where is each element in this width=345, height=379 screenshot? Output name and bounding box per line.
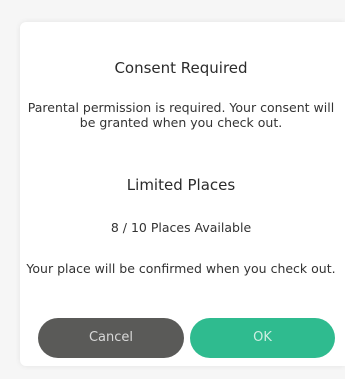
places-available-text: 8 / 10 Places Available [110,220,252,235]
confirm-message: Your place will be confirmed when you ch… [26,261,336,276]
consent-message: Parental permission is required. Your co… [27,100,335,130]
limited-places-heading: Limited Places [126,176,236,194]
ok-button[interactable]: OK [190,318,335,358]
dialog-title: Consent Required [114,59,248,77]
cancel-button[interactable]: Cancel [38,318,184,358]
consent-dialog: Consent Required Parental permission is … [20,22,345,366]
